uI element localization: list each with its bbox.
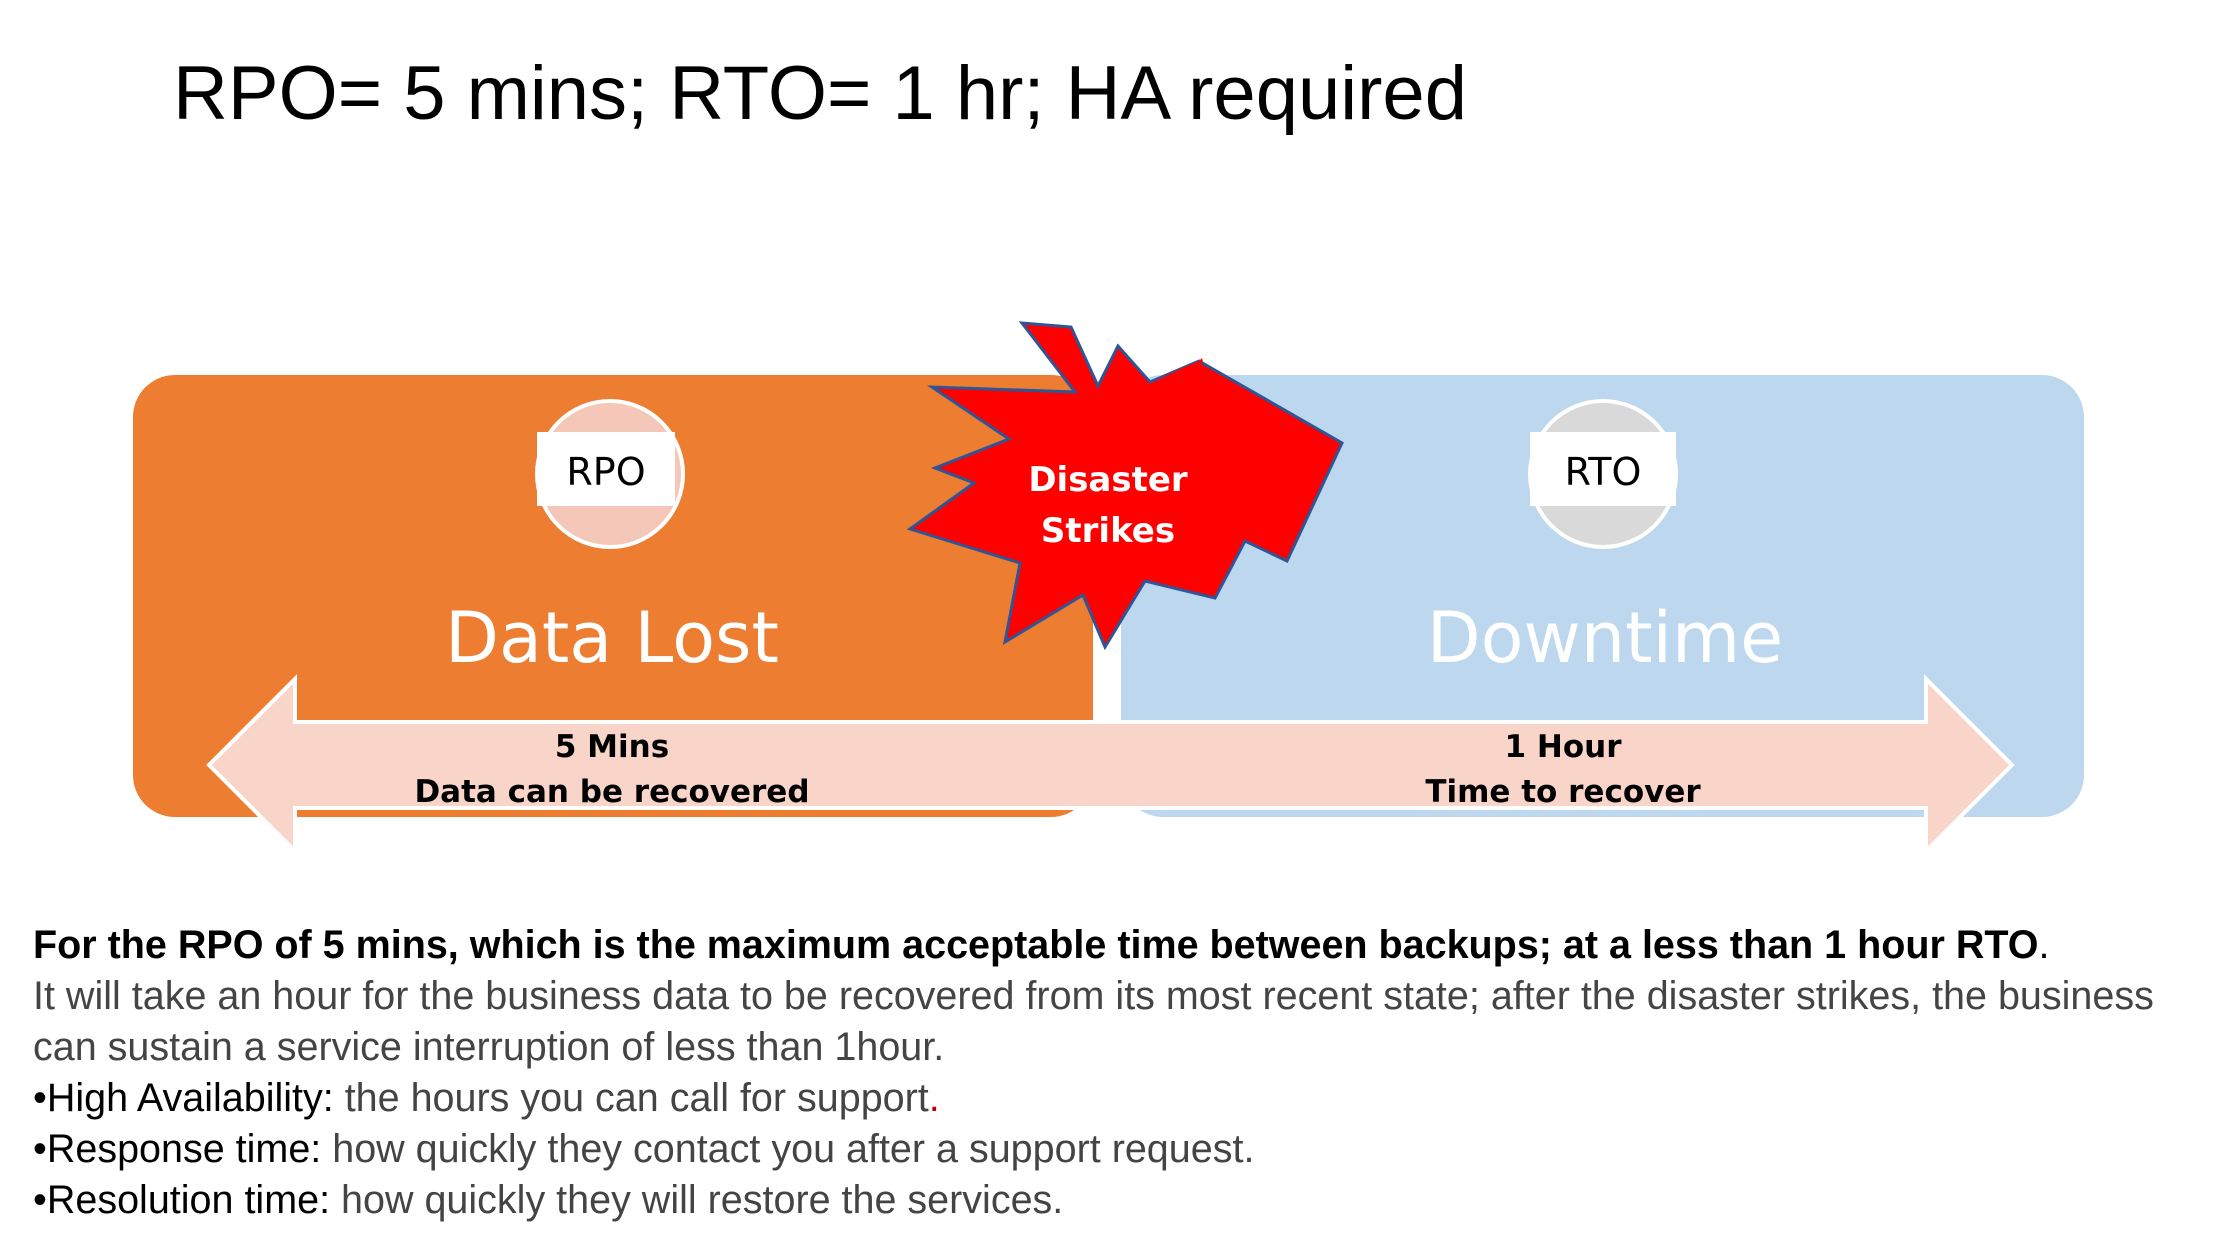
rpo-badge-label: RPO (566, 450, 645, 494)
bullet-response-time: •Response time: how quickly they contact… (33, 1124, 2213, 1175)
description-lead-line: For the RPO of 5 mins, which is the maxi… (33, 920, 2213, 971)
bullet-text: the hours you can call for support (333, 1076, 929, 1120)
description-body: It will take an hour for the business da… (33, 974, 2154, 1069)
description-lead: For the RPO of 5 mins, which is the maxi… (33, 923, 2039, 967)
data-lost-label: Data Lost (445, 597, 779, 679)
bullet-term: •Resolution time: (33, 1178, 331, 1222)
bullet-high-availability: •High Availability: the hours you can ca… (33, 1073, 2213, 1124)
description-lead-end: . (2038, 923, 2050, 967)
rpo-arrow-caption: Data can be recovered (414, 774, 809, 810)
rto-arrow-caption: Time to recover (1425, 774, 1701, 810)
rpo-arrow-value: 5 Mins (555, 729, 669, 765)
disaster-line-1: Disaster (1028, 460, 1188, 500)
disaster-line-2: Strikes (1041, 511, 1175, 551)
bullet-text: how quickly they will restore the servic… (330, 1178, 1064, 1222)
bullet-term: •Response time: (33, 1127, 322, 1171)
rto-arrow-value: 1 Hour (1505, 729, 1623, 765)
bullet-resolution-time: •Resolution time: how quickly they will … (33, 1175, 2213, 1226)
bullet-text: how quickly they contact you after a sup… (321, 1127, 1255, 1171)
downtime-label: Downtime (1427, 597, 1784, 679)
bullet-end: . (928, 1076, 940, 1120)
bullet-term: •High Availability: (33, 1076, 334, 1120)
description-block: For the RPO of 5 mins, which is the maxi… (33, 920, 2213, 1226)
rto-badge-label: RTO (1565, 450, 1642, 494)
